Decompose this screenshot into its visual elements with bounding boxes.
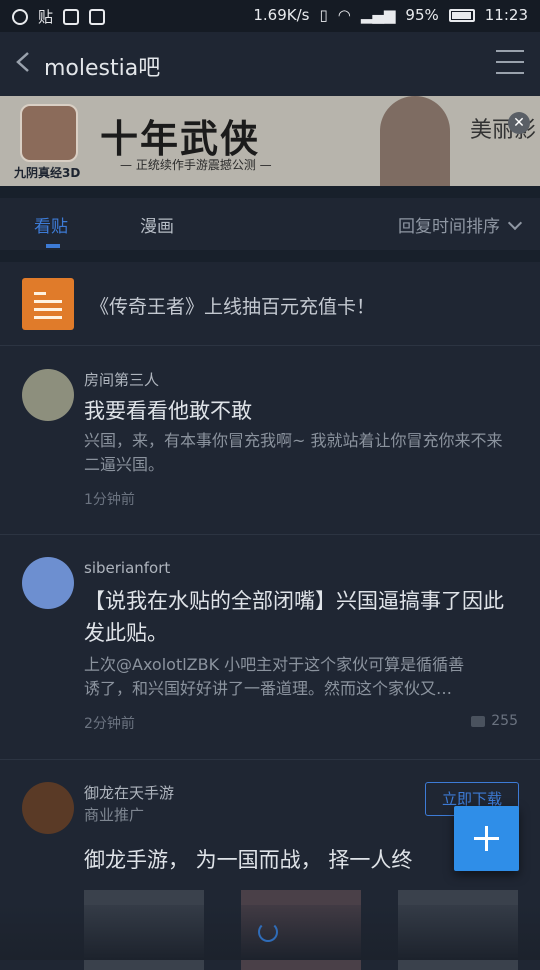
close-icon[interactable]: ✕	[508, 112, 530, 134]
post-author[interactable]: 房间第三人	[84, 369, 159, 390]
sort-dropdown[interactable]: 回复时间排序	[398, 212, 523, 237]
banner-game-name: 九阴真经3D	[14, 166, 81, 180]
qq-icon	[12, 8, 28, 25]
nav-bar: molestia吧	[0, 32, 540, 96]
active-tab-indicator	[46, 244, 60, 248]
tab-bar: 看贴 漫画 回复时间排序	[0, 198, 540, 250]
comment-icon	[471, 715, 486, 727]
post-author[interactable]: siberianfort	[84, 559, 170, 577]
wifi-icon: ◠	[337, 6, 351, 24]
banner-ad[interactable]: 九阴真经3D 十年武侠 — 正统续作手游震撼公测 — 美丽影 ✕	[0, 96, 540, 186]
post-body-line: 诱了，和兴国好好讲了一番道理。然而这个家伙又…	[84, 679, 453, 698]
refresh-icon[interactable]	[258, 922, 278, 942]
new-post-button[interactable]	[454, 806, 519, 871]
trash-icon	[63, 8, 80, 25]
tab-posts[interactable]: 看贴	[34, 212, 68, 237]
post-title: 我要看看他敢不敢	[84, 399, 252, 423]
post-title: 【说我在水贴的全部闭嘴】兴国逼搞事了因此发此贴。	[84, 589, 504, 645]
banner-tagline: — 正统续作手游震撼公测 —	[120, 158, 272, 172]
comment-count-value: 255	[491, 713, 518, 729]
image-icon	[89, 8, 106, 25]
banner-divider	[0, 186, 540, 198]
sort-label: 回复时间排序	[398, 217, 500, 237]
comment-count[interactable]: 255	[471, 713, 518, 729]
menu-icon[interactable]	[496, 50, 524, 76]
game-app-icon	[20, 104, 78, 162]
post-body: 兴国，来，有本事你冒充我啊~ 我就站着让你冒充你来不来 二逼兴国。	[84, 431, 503, 474]
ad-title: 御龙手游， 为一国而战， 择一人终	[84, 848, 413, 872]
vibrate-icon: ▯	[319, 6, 328, 24]
post-body: 上次@AxolotlZBK 小吧主对于这个家伙可算是循循善 诱了，和兴国好好讲了…	[84, 653, 514, 701]
list-item[interactable]: 房间第三人 我要看看他敢不敢 兴国，来，有本事你冒充我啊~ 我就站着让你冒充你来…	[0, 347, 540, 535]
avatar[interactable]	[22, 369, 74, 421]
battery-icon	[448, 8, 475, 22]
post-time: 1分钟前	[84, 492, 135, 508]
list-item[interactable]: siberianfort 【说我在水贴的全部闭嘴】兴国逼搞事了因此发此贴。 上次…	[0, 535, 540, 760]
sponsored-label: 商业推广	[84, 806, 145, 824]
forum-title: molestia吧	[44, 56, 161, 81]
back-arrow-icon[interactable]	[14, 52, 34, 72]
signal-icon: ▂▄▆	[360, 6, 396, 24]
announcement-text: 《传奇王者》上线抽百元充值卡！	[90, 296, 376, 318]
status-bar: 贴 1.69K/s ▯ ◠ ▂▄▆ 95% 11:23	[0, 0, 540, 32]
banner-headline: 十年武侠	[100, 116, 261, 161]
banner-portrait	[380, 96, 450, 186]
tab-comics[interactable]: 漫画	[140, 212, 174, 237]
document-icon	[22, 278, 74, 330]
network-speed: 1.69K/s	[253, 6, 310, 24]
clock: 11:23	[484, 6, 528, 24]
announcement-row[interactable]: 《传奇王者》上线抽百元充值卡！	[0, 262, 540, 346]
ad-author[interactable]: 御龙在天手游	[84, 782, 174, 803]
post-body-line: 上次@AxolotlZBK 小吧主对于这个家伙可算是循循善	[84, 655, 465, 674]
tabs-divider	[0, 250, 540, 262]
tieba-icon: 贴	[38, 8, 54, 26]
avatar[interactable]	[22, 557, 74, 609]
avatar[interactable]	[22, 782, 74, 834]
chevron-down-icon	[507, 215, 523, 230]
battery-percent: 95%	[405, 6, 439, 24]
post-time: 2分钟前	[84, 716, 135, 732]
